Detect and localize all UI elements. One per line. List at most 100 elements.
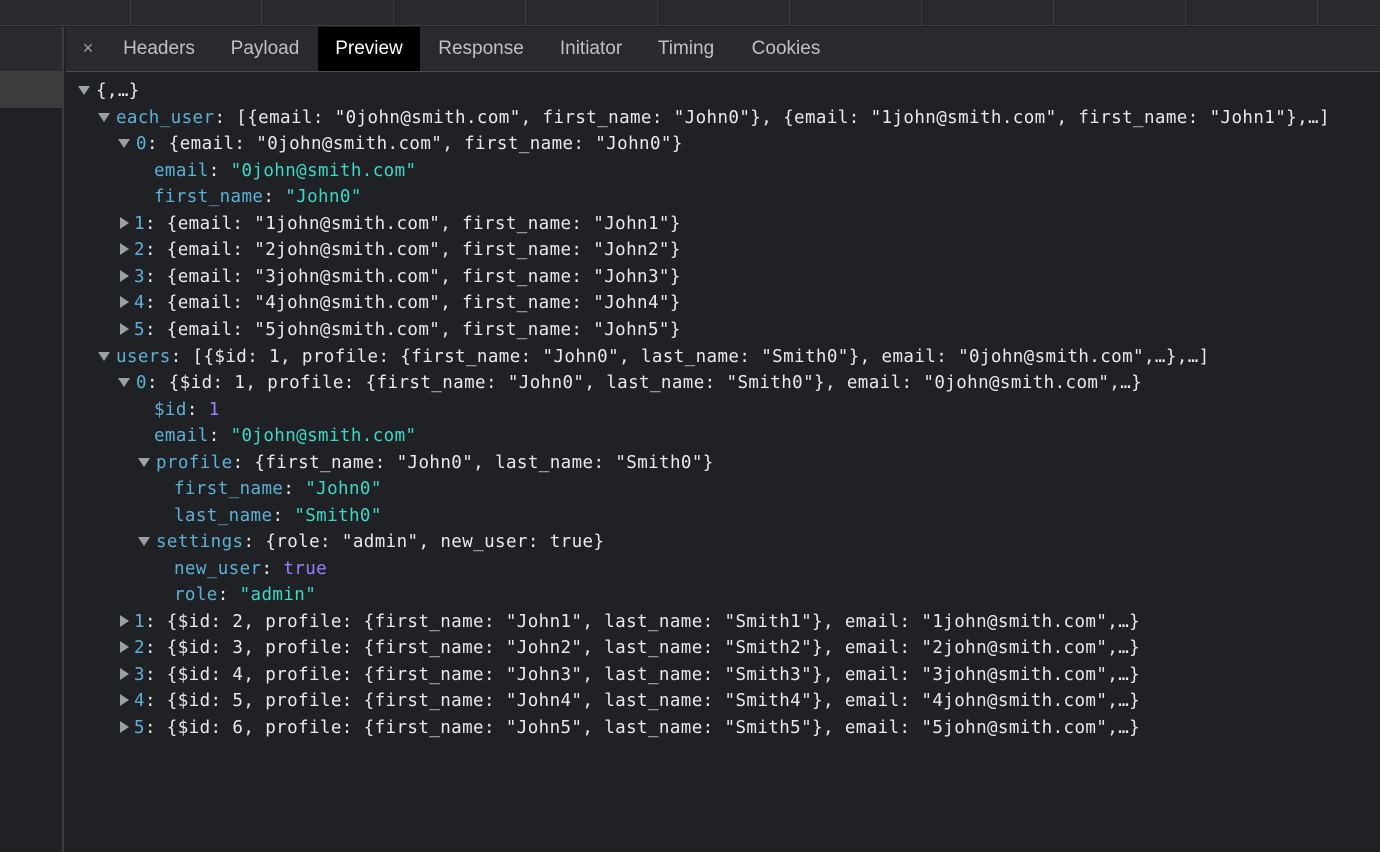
node-key: 1: [134, 612, 145, 632]
node-key: 1: [134, 214, 145, 234]
tree-node-collapsed[interactable]: 2: {email: "2john@smith.com", first_name…: [118, 237, 681, 263]
leaf-key: email: [154, 426, 209, 446]
node-summary: : {email: "1john@smith.com", first_name:…: [144, 214, 681, 234]
leaf-key: first_name: [154, 187, 264, 207]
tree-node-collapsed[interactable]: 3: {email: "3john@smith.com", first_name…: [118, 264, 681, 290]
leaf-key: new_user: [174, 559, 262, 579]
tree-leaf-email[interactable]: email: "0john@smith.com": [154, 158, 416, 184]
column-divider[interactable]: [525, 0, 526, 26]
node-summary: : {$id: 2, profile: {first_name: "John1"…: [144, 612, 1141, 632]
expand-arrow-icon[interactable]: [98, 112, 110, 122]
collapse-arrow-icon[interactable]: [120, 721, 129, 733]
node-key: 4: [134, 293, 145, 313]
tree-node-each-user-0[interactable]: 0: {email: "0john@smith.com", first_name…: [118, 131, 683, 157]
request-list-header-strip: [0, 0, 1380, 26]
tab-preview[interactable]: Preview: [318, 27, 420, 71]
leaf-key: $id: [154, 400, 187, 420]
tree-node-collapsed[interactable]: 3: {$id: 4, profile: {first_name: "John3…: [118, 662, 1140, 688]
node-key: settings: [156, 532, 244, 552]
node-summary: : {$id: 3, profile: {first_name: "John2"…: [144, 638, 1141, 658]
leaf-number-value: 1: [208, 400, 220, 420]
tab-headers[interactable]: Headers: [110, 27, 208, 71]
expand-arrow-icon[interactable]: [118, 138, 130, 148]
node-key: profile: [156, 453, 233, 473]
leaf-key: first_name: [174, 479, 284, 499]
leaf-string-value: "John0": [285, 187, 362, 207]
tree-node-users-0[interactable]: 0: {$id: 1, profile: {first_name: "John0…: [118, 370, 1142, 396]
column-divider[interactable]: [130, 0, 131, 26]
leaf-string-value: "Smith0": [294, 506, 382, 526]
node-summary: : {$id: 5, profile: {first_name: "John4"…: [144, 691, 1141, 711]
node-key: 5: [134, 320, 145, 340]
column-divider[interactable]: [657, 0, 658, 26]
collapse-arrow-icon[interactable]: [120, 296, 129, 308]
expand-arrow-icon[interactable]: [138, 457, 150, 467]
column-divider[interactable]: [1317, 0, 1318, 26]
collapse-arrow-icon[interactable]: [120, 243, 129, 255]
tab-cookies[interactable]: Cookies: [738, 27, 834, 71]
expand-arrow-icon[interactable]: [78, 85, 90, 95]
tab-payload[interactable]: Payload: [218, 27, 312, 71]
request-list-header: [0, 27, 62, 72]
collapse-arrow-icon[interactable]: [120, 217, 129, 229]
tree-leaf-role[interactable]: role: "admin": [174, 582, 316, 608]
tree-node-collapsed[interactable]: 4: {$id: 5, profile: {first_name: "John4…: [118, 688, 1140, 714]
tree-node-each-user[interactable]: each_user: [{email: "0john@smith.com", f…: [98, 105, 1330, 131]
tree-node-collapsed[interactable]: 1: {$id: 2, profile: {first_name: "John1…: [118, 609, 1140, 635]
tree-node-collapsed[interactable]: 1: {email: "1john@smith.com", first_name…: [118, 211, 681, 237]
tree-node-profile[interactable]: profile: {first_name: "John0", last_name…: [138, 450, 714, 476]
node-summary: : {$id: 1, profile: {first_name: "John0"…: [146, 373, 1143, 393]
expand-arrow-icon[interactable]: [98, 351, 110, 361]
leaf-key: email: [154, 161, 209, 181]
collapse-arrow-icon[interactable]: [120, 270, 129, 282]
node-summary: : [{$id: 1, profile: {first_name: "John0…: [170, 347, 1210, 367]
node-summary: : [{email: "0john@smith.com", first_name…: [214, 108, 1330, 128]
selected-request-row[interactable]: [0, 72, 62, 108]
tree-leaf-first-name[interactable]: first_name: "John0": [154, 184, 362, 210]
collapse-arrow-icon[interactable]: [120, 668, 129, 680]
node-summary: : {first_name: "John0", last_name: "Smit…: [232, 453, 714, 473]
tab-initiator[interactable]: Initiator: [546, 27, 636, 71]
tab-response[interactable]: Response: [426, 27, 536, 71]
column-divider[interactable]: [921, 0, 922, 26]
node-key: 4: [134, 691, 145, 711]
tree-node-collapsed[interactable]: 4: {email: "4john@smith.com", first_name…: [118, 290, 681, 316]
column-divider[interactable]: [261, 0, 262, 26]
collapse-arrow-icon[interactable]: [120, 323, 129, 335]
tab-timing[interactable]: Timing: [646, 27, 726, 71]
node-key: 3: [134, 665, 145, 685]
leaf-string-value: "0john@smith.com": [230, 426, 417, 446]
tree-node-settings[interactable]: settings: {role: "admin", new_user: true…: [138, 529, 604, 555]
column-divider[interactable]: [393, 0, 394, 26]
tree-leaf-first-name[interactable]: first_name: "John0": [174, 476, 382, 502]
tree-node-collapsed[interactable]: 2: {$id: 3, profile: {first_name: "John2…: [118, 635, 1140, 661]
node-key: each_user: [116, 108, 215, 128]
tree-node-collapsed[interactable]: 5: {$id: 6, profile: {first_name: "John5…: [118, 715, 1140, 741]
leaf-string-value: "admin": [239, 585, 317, 605]
tree-leaf-id[interactable]: $id: 1: [154, 397, 220, 423]
column-divider[interactable]: [789, 0, 790, 26]
node-summary: : {email: "3john@smith.com", first_name:…: [144, 267, 681, 287]
node-key: 0: [136, 134, 147, 154]
column-divider[interactable]: [1185, 0, 1186, 26]
node-key: 2: [134, 638, 145, 658]
tree-root[interactable]: {,…}: [78, 78, 140, 104]
tree-leaf-new-user[interactable]: new_user: true: [174, 556, 327, 582]
tree-leaf-last-name[interactable]: last_name: "Smith0": [174, 503, 382, 529]
json-preview: {,…} each_user: [{email: "0john@smith.co…: [66, 78, 1380, 852]
collapse-arrow-icon[interactable]: [120, 615, 129, 627]
node-summary: : {$id: 6, profile: {first_name: "John5"…: [144, 718, 1141, 738]
leaf-key: role: [174, 585, 218, 605]
expand-arrow-icon[interactable]: [118, 377, 130, 387]
expand-arrow-icon[interactable]: [138, 536, 150, 546]
node-summary: : {email: "0john@smith.com", first_name:…: [146, 134, 683, 154]
tree-node-collapsed[interactable]: 5: {email: "5john@smith.com", first_name…: [118, 317, 681, 343]
tree-leaf-email[interactable]: email: "0john@smith.com": [154, 423, 416, 449]
leaf-key: last_name: [174, 506, 273, 526]
collapse-arrow-icon[interactable]: [120, 641, 129, 653]
node-summary: : {email: "2john@smith.com", first_name:…: [144, 240, 681, 260]
close-icon[interactable]: ×: [80, 36, 96, 60]
collapse-arrow-icon[interactable]: [120, 694, 129, 706]
column-divider[interactable]: [1053, 0, 1054, 26]
tree-node-users[interactable]: users: [{$id: 1, profile: {first_name: "…: [98, 344, 1210, 370]
